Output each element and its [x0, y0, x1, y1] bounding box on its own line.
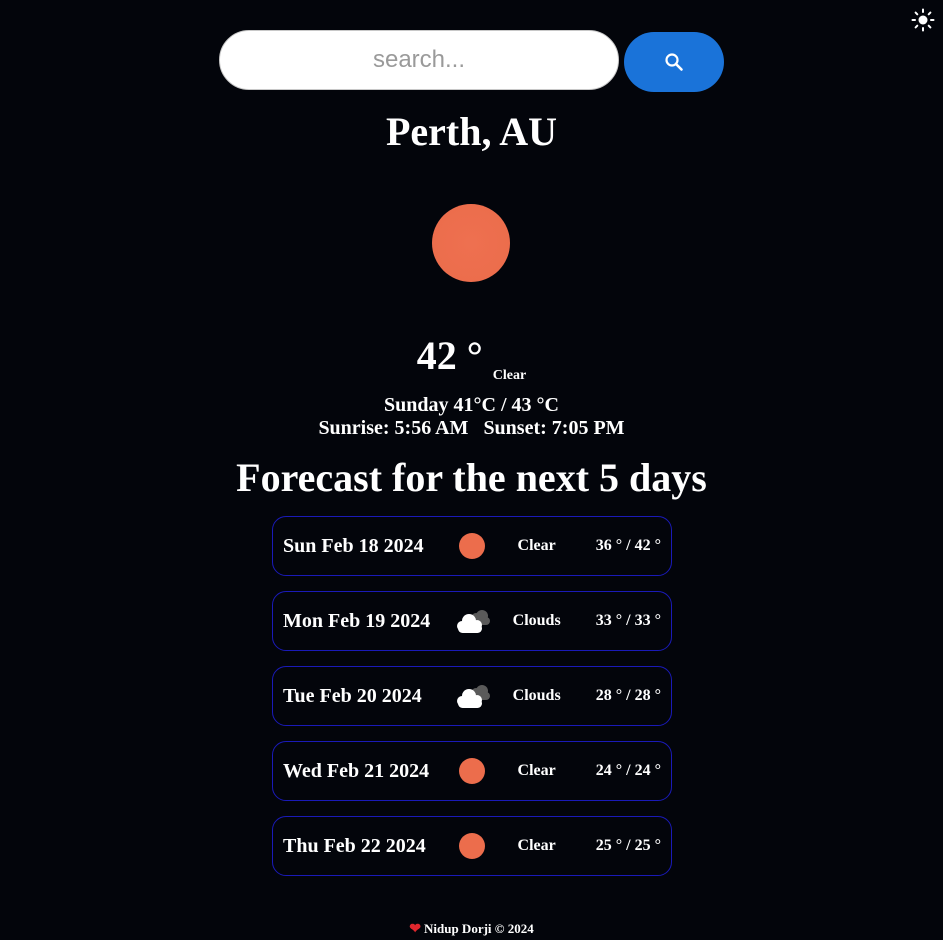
sun-icon [452, 751, 492, 791]
forecast-card: Tue Feb 20 2024 Clouds 28 ° / 28 ° [272, 666, 672, 726]
footer-credit: Nidup Dorji © 2024 [423, 921, 534, 936]
current-temperature-row: 42 ° Clear [0, 333, 943, 383]
sun-times: Sunrise: 5:56 AM Sunset: 7:05 PM [0, 416, 943, 440]
day-temperature-range: Sunday 41°C / 43 °C [384, 394, 559, 416]
search-icon [665, 53, 683, 71]
cloud-icon [452, 601, 492, 641]
heart-icon: ❤ [409, 922, 421, 937]
forecast-date: Wed Feb 21 2024 [283, 759, 430, 782]
theme-toggle-sun-icon[interactable] [911, 8, 935, 32]
current-temperature: 42 ° [416, 333, 483, 378]
sunset-time: Sunset: 7:05 PM [483, 417, 625, 439]
forecast-temp-range: 36 ° / 42 ° [595, 537, 661, 554]
forecast-date: Thu Feb 22 2024 [283, 834, 426, 857]
forecast-title: Forecast for the next 5 days [236, 455, 707, 500]
current-condition: Clear [492, 368, 527, 383]
forecast-condition: Clouds [512, 612, 561, 629]
sun-icon [452, 826, 492, 866]
cloud-icon [452, 676, 492, 716]
forecast-temp-range: 25 ° / 25 ° [595, 837, 661, 854]
forecast-condition: Clear [517, 762, 556, 779]
forecast-date: Sun Feb 18 2024 [283, 534, 424, 557]
forecast-date: Tue Feb 20 2024 [283, 684, 422, 707]
city-title: Perth, AU [385, 109, 558, 154]
search-input[interactable] [219, 30, 619, 90]
search-bar [219, 30, 724, 92]
forecast-condition: Clear [517, 537, 556, 554]
sunrise-time: Sunrise: 5:56 AM [318, 417, 469, 439]
forecast-condition: Clear [517, 837, 556, 854]
sun-icon [432, 204, 510, 282]
weather-app: Perth, AU 42 °Clear Sunday 41°C / 43 °C … [0, 0, 943, 940]
forecast-date: Mon Feb 19 2024 [283, 609, 431, 632]
footer: ❤ Nidup Dorji © 2024 [0, 920, 943, 939]
search-button[interactable] [624, 32, 724, 92]
forecast-condition: Clouds [512, 687, 561, 704]
forecast-temp-range: 28 ° / 28 ° [595, 687, 661, 704]
forecast-card: Sun Feb 18 2024 Clear 36 ° / 42 ° [272, 516, 672, 576]
sun-icon [452, 526, 492, 566]
forecast-card: Thu Feb 22 2024 Clear 25 ° / 25 ° [272, 816, 672, 876]
forecast-card: Mon Feb 19 2024 Clouds 33 ° / 33 ° [272, 591, 672, 651]
forecast-temp-range: 24 ° / 24 ° [595, 762, 661, 779]
forecast-temp-range: 33 ° / 33 ° [595, 612, 661, 629]
forecast-card: Wed Feb 21 2024 Clear 24 ° / 24 ° [272, 741, 672, 801]
forecast-list: Sun Feb 18 2024 Clear 36 ° / 42 ° Mon Fe… [272, 516, 672, 891]
